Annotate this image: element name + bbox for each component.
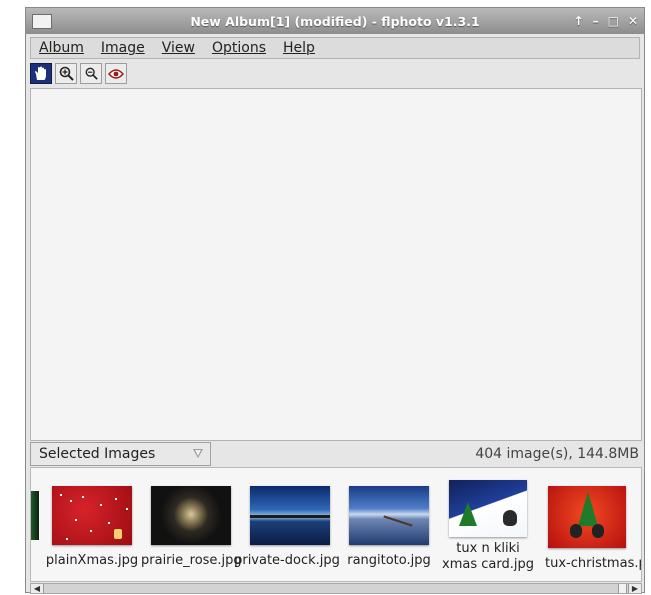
thumbnail-image[interactable] (52, 486, 132, 545)
status-row: Selected Images 404 image(s), 144.8MB (30, 442, 642, 466)
pan-tool-button[interactable] (30, 63, 52, 84)
image-selection-dropdown[interactable]: Selected Images (30, 442, 211, 466)
chevron-down-icon[interactable] (193, 449, 203, 458)
image-count-label: 404 image(s), 144.8MB (475, 446, 639, 462)
dropdown-value: Selected Images (39, 446, 156, 462)
toolbar (30, 63, 127, 85)
thumbnail-label: prairie_rose.jpg (141, 553, 242, 568)
shade-icon[interactable]: ↑ (574, 14, 584, 28)
thumbnail-item[interactable]: prairie_rose.jpg (141, 486, 242, 569)
horizontal-scrollbar[interactable]: ◀ ▶ (30, 583, 642, 594)
menu-options[interactable]: Options (212, 40, 266, 56)
app-window: New Album[1] (modified) - flphoto v1.3.1… (25, 7, 645, 594)
image-view-area[interactable] (30, 88, 642, 441)
scroll-left-button[interactable]: ◀ (31, 584, 44, 593)
thumbnail-label: plainXmas.jpg (45, 553, 139, 568)
maximize-icon[interactable]: □ (608, 14, 619, 28)
zoom-in-icon (59, 66, 74, 81)
scrollbar-thumb[interactable] (618, 584, 627, 593)
menu-bar: Album Image View Options Help (30, 37, 640, 59)
thumbnail-item[interactable]: tux-christmas.png (537, 486, 641, 572)
thumbnail-item[interactable]: rangitoto.jpg (339, 486, 439, 569)
menu-image[interactable]: Image (101, 40, 145, 56)
thumbnail-label: private-dock.jpg (234, 553, 340, 568)
thumbnail-label: tux-christmas.png (545, 556, 641, 571)
minimize-icon[interactable]: – (593, 14, 599, 28)
window-title: New Album[1] (modified) - flphoto v1.3.1 (190, 13, 480, 29)
title-bar[interactable]: New Album[1] (modified) - flphoto v1.3.1… (26, 8, 644, 34)
thumbnail-strip[interactable]: plainXmas.jpg prairie_rose.jpg private-d… (30, 467, 642, 582)
zoom-in-button[interactable] (55, 63, 77, 84)
menu-view[interactable]: View (162, 40, 195, 56)
thumbnail-image[interactable] (548, 486, 626, 548)
thumbnail-item[interactable]: plainXmas.jpg (42, 486, 142, 569)
thumbnail-item[interactable]: tux n kliki xmas card.jpg (438, 480, 538, 573)
hand-icon (35, 66, 46, 80)
menu-album[interactable]: Album (39, 40, 84, 56)
arrow-right-icon: ▶ (631, 584, 639, 593)
arrow-left-icon: ◀ (33, 584, 41, 593)
window-controls: ↑ – □ ✕ (574, 8, 638, 34)
thumbnail-image[interactable] (349, 486, 429, 545)
thumbnail-image[interactable] (151, 486, 231, 545)
thumbnail-label: rangitoto.jpg (347, 553, 431, 568)
thumbnail-image[interactable] (250, 486, 330, 545)
scroll-right-button[interactable]: ▶ (628, 584, 641, 593)
zoom-out-icon (85, 67, 98, 80)
close-icon[interactable]: ✕ (628, 14, 638, 28)
menu-help[interactable]: Help (283, 40, 315, 56)
window-icon[interactable] (32, 14, 52, 29)
thumbnail-label: tux n kliki xmas card.jpg (442, 541, 534, 572)
view-button[interactable] (105, 63, 127, 84)
thumbnail-item[interactable]: private-dock.jpg (234, 486, 340, 569)
thumbnail-image[interactable] (449, 480, 527, 537)
eye-icon (108, 68, 124, 79)
thumbnail-partial[interactable] (31, 491, 39, 540)
zoom-out-button[interactable] (80, 63, 102, 84)
